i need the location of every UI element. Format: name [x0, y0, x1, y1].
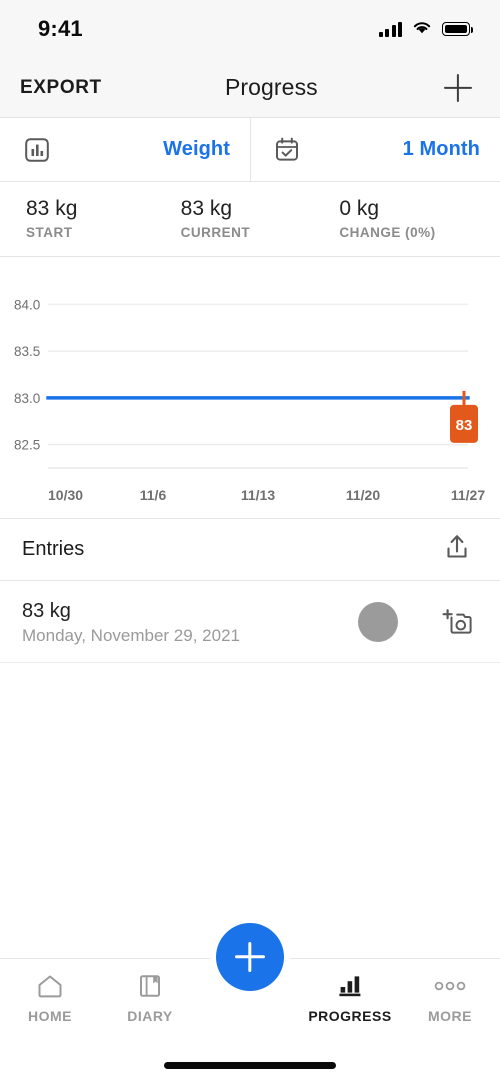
tab-diary[interactable]: DIARY — [100, 971, 200, 1024]
range-filter-label: 1 Month — [402, 138, 480, 160]
y-tick-label: 84.0 — [14, 298, 40, 313]
tab-progress-label: PROGRESS — [308, 1008, 392, 1024]
current-weight-badge-label: 83 — [456, 417, 473, 434]
stat-start-caption: START — [26, 225, 73, 241]
x-tick-label: 11/20 — [346, 487, 380, 503]
tab-home[interactable]: HOME — [0, 971, 100, 1024]
stat-change: 0 kg CHANGE (0%) — [333, 196, 500, 240]
x-tick-label: 11/27 — [451, 487, 485, 503]
status-bar-time: 9:41 — [38, 16, 83, 41]
y-tick-label: 82.5 — [14, 438, 40, 453]
wifi-icon — [411, 19, 433, 40]
chart-gridlines — [48, 303, 468, 469]
tab-more-label: MORE — [428, 1008, 472, 1024]
plus-icon — [235, 942, 265, 972]
summary-stats: 83 kg START 83 kg CURRENT 0 kg CHANGE (0… — [0, 182, 500, 258]
entry-weight-value: 83 kg — [22, 599, 71, 622]
tab-home-label: HOME — [28, 1008, 72, 1024]
navigation-bar: EXPORT Progress — [0, 58, 500, 118]
photo-placeholder-circle[interactable] — [358, 601, 398, 642]
y-tick-label: 83.0 — [14, 391, 40, 406]
stat-current: 83 kg CURRENT — [167, 196, 334, 240]
export-button[interactable]: EXPORT — [20, 77, 102, 99]
app-screen: 9:41 EXPORT Progress Weight 1 Month 83 k… — [0, 0, 500, 1080]
tab-diary-label: DIARY — [127, 1008, 173, 1024]
add-entry-fab[interactable] — [216, 923, 284, 991]
weight-chart-svg: 84.0 83.5 83.0 82.5 83 10/30 11/6 11/13 … — [14, 298, 485, 504]
empty-space — [0, 663, 500, 958]
bar-chart-icon — [22, 135, 52, 165]
entry-date: Monday, November 29, 2021 — [22, 625, 240, 645]
entries-header: Entries — [0, 519, 500, 582]
chart-x-axis-labels: 10/30 11/6 11/13 11/20 11/27 — [48, 487, 485, 503]
x-tick-label: 10/30 — [48, 487, 83, 503]
page-title: Progress — [224, 74, 318, 100]
stat-start-value: 83 kg — [26, 197, 78, 220]
cellular-signal-icon — [378, 21, 402, 37]
stat-current-caption: CURRENT — [180, 225, 251, 241]
status-bar-icons — [378, 19, 474, 40]
metric-filter[interactable]: Weight — [0, 118, 250, 181]
home-indicator — [0, 1050, 500, 1080]
stat-change-value: 0 kg — [339, 197, 380, 220]
range-filter[interactable]: 1 Month — [250, 118, 500, 181]
metric-filter-label: Weight — [163, 138, 230, 160]
stat-change-caption: CHANGE (0%) — [339, 225, 436, 241]
book-icon — [136, 971, 164, 1001]
home-icon — [35, 971, 65, 1001]
bottom-tab-bar: HOME DIARY PROGRESS MORE — [0, 923, 500, 1050]
share-upload-icon[interactable] — [442, 531, 472, 568]
x-tick-label: 11/13 — [241, 487, 275, 503]
calendar-check-icon — [272, 135, 302, 165]
tab-progress[interactable]: PROGRESS — [300, 971, 400, 1024]
stat-start: 83 kg START — [0, 196, 167, 240]
y-tick-label: 83.5 — [14, 344, 40, 359]
add-entry-plus-icon[interactable] — [441, 71, 475, 105]
status-bar: 9:41 — [0, 0, 500, 58]
stat-current-value: 83 kg — [180, 197, 233, 220]
chart-y-axis-labels: 84.0 83.5 83.0 82.5 — [14, 298, 40, 453]
bar-chart-icon — [335, 971, 365, 1001]
entry-row[interactable]: 83 kg Monday, November 29, 2021 — [0, 581, 500, 664]
add-photo-icon[interactable] — [440, 606, 474, 638]
tab-more[interactable]: MORE — [400, 971, 500, 1024]
ellipsis-icon — [433, 971, 467, 1001]
filter-bar: Weight 1 Month — [0, 118, 500, 182]
x-tick-label: 11/6 — [140, 487, 167, 503]
weight-chart[interactable]: 84.0 83.5 83.0 82.5 83 10/30 11/6 11/13 … — [0, 257, 500, 520]
battery-full-icon — [442, 22, 474, 36]
entries-title: Entries — [22, 538, 85, 561]
entry-text-block: 83 kg Monday, November 29, 2021 — [22, 598, 358, 646]
